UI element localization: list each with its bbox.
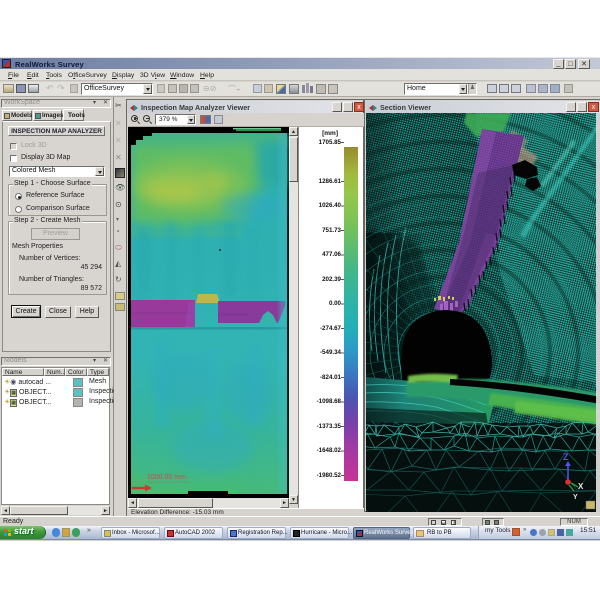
svg-text:1000.00 mm: 1000.00 mm (147, 474, 186, 481)
svg-text:X: X (578, 482, 584, 491)
svg-text:Z: Z (563, 452, 569, 462)
svg-text:Y: Y (573, 494, 578, 501)
